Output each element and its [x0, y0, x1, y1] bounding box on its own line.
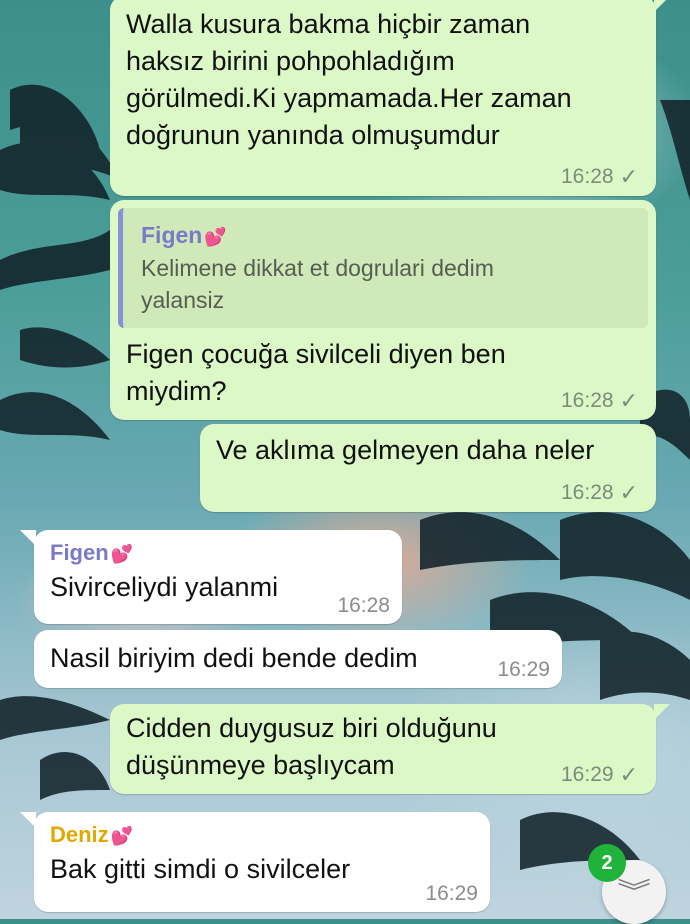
chat-area[interactable]: Walla kusura bakma hiçbir zaman haksız b… [0, 0, 690, 924]
double-chevron-down-icon: ︾ [617, 877, 651, 907]
sender-name-text: Figen [50, 540, 109, 565]
bubble-tail [654, 0, 670, 12]
message-time: 16:28 [561, 389, 614, 412]
bubble-tail [20, 812, 36, 828]
incoming-message[interactable]: Nasil biriyim dedi bende dedim 16:29 [34, 630, 562, 688]
single-check-icon: ✓ [619, 480, 638, 505]
message-meta: 16:28 ✓ [561, 164, 638, 190]
two-hearts-icon: 💕 [110, 826, 134, 846]
message-text: Walla kusura bakma hiçbir zaman haksız b… [126, 9, 572, 150]
bubble-tail [20, 530, 36, 546]
outgoing-reply-message[interactable]: Figen 💕 Kelimene dikkat et dogrulari dedi… [110, 200, 656, 420]
message-meta: 16:29 ✓ [561, 762, 638, 788]
sender-name-text: Deniz [50, 822, 109, 847]
bubble-tail [654, 704, 670, 720]
sender-name: Figen 💕 [50, 538, 386, 569]
message-meta: 16:28 ✓ [561, 388, 638, 414]
single-check-icon: ✓ [619, 164, 638, 189]
outgoing-message[interactable]: Walla kusura bakma hiçbir zaman haksız b… [110, 0, 670, 196]
outgoing-message[interactable]: Ve aklıma gelmeyen daha neler 16:28 ✓ [200, 424, 656, 512]
single-check-icon: ✓ [619, 762, 638, 787]
message-time: 16:29 [561, 763, 614, 786]
two-hearts-icon: 💕 [204, 227, 227, 247]
quoted-sender-name: Figen [141, 222, 203, 248]
single-check-icon: ✓ [619, 388, 638, 413]
incoming-message[interactable]: Figen 💕 Sivirceliydi yalanmi 16:28 [20, 530, 402, 624]
sender-name: Deniz 💕 [50, 820, 474, 851]
message-text: Ve aklıma gelmeyen daha neler [216, 435, 595, 465]
message-meta: 16:29 [425, 882, 478, 906]
message-meta: 16:28 ✓ [561, 480, 638, 506]
message-meta: 16:29 [497, 658, 550, 682]
message-meta: 16:28 [337, 594, 390, 618]
message-text: Bak gitti simdi o sivilceler [50, 854, 351, 884]
message-time: 16:28 [337, 594, 390, 617]
message-time: 16:29 [425, 882, 478, 905]
two-hearts-icon: 💕 [110, 544, 134, 564]
unread-count-badge: 2 [588, 844, 626, 882]
quoted-message[interactable]: Figen 💕 Kelimene dikkat et dogrulari dedi… [118, 208, 648, 328]
message-time: 16:28 [561, 165, 614, 188]
quoted-sender: Figen 💕 [141, 220, 634, 252]
message-text: Nasil biriyim dedi bende dedim [50, 643, 418, 673]
incoming-message[interactable]: Deniz 💕 Bak gitti simdi o sivilceler 16:2… [20, 812, 490, 912]
message-time: 16:29 [497, 658, 550, 681]
message-text: Figen çocuğa sivilceli diyen ben miydim? [126, 339, 506, 406]
message-text: Sivirceliydi yalanmi [50, 572, 279, 602]
outgoing-message[interactable]: Cidden duygusuz biri olduğunu düşünmeye … [110, 704, 670, 794]
message-time: 16:28 [561, 481, 614, 504]
quoted-text: Kelimene dikkat et dogrulari dedim yalan… [141, 255, 494, 313]
